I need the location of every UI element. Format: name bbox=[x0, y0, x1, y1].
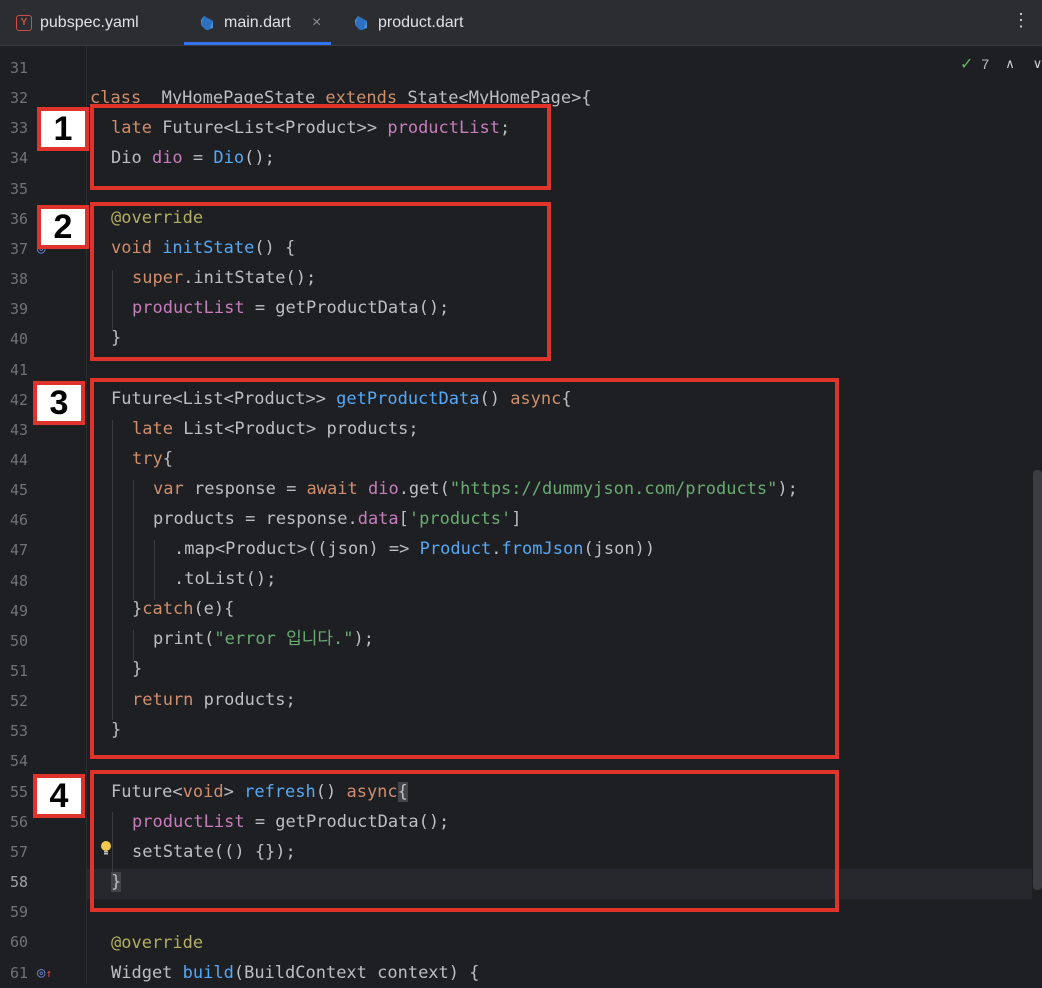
line-number[interactable]: 46 bbox=[0, 505, 28, 535]
line-number[interactable]: 36 bbox=[0, 204, 28, 234]
line-number[interactable]: 50 bbox=[0, 626, 28, 656]
line-number[interactable]: 58 bbox=[0, 867, 28, 897]
tab-product-dart[interactable]: product.dart bbox=[354, 0, 463, 45]
line-number[interactable]: 59 bbox=[0, 897, 28, 927]
line-number[interactable]: 48 bbox=[0, 566, 28, 596]
line-number[interactable]: 55 bbox=[0, 777, 28, 807]
line-number[interactable]: 43 bbox=[0, 415, 28, 445]
tab-label: product.dart bbox=[378, 13, 464, 31]
line-number[interactable]: 41 bbox=[0, 355, 28, 385]
highlight-box-2 bbox=[90, 202, 551, 361]
line-number[interactable]: 35 bbox=[0, 174, 28, 204]
more-options-icon[interactable]: ⋮ bbox=[1012, 10, 1030, 31]
dart-file-icon bbox=[355, 15, 367, 30]
line-number[interactable]: 33 bbox=[0, 113, 28, 143]
line-number[interactable]: 40 bbox=[0, 324, 28, 354]
line-number[interactable]: 51 bbox=[0, 656, 28, 686]
line-number[interactable]: 37 bbox=[0, 234, 28, 264]
line-number[interactable]: 54 bbox=[0, 746, 28, 776]
line-number[interactable]: 53 bbox=[0, 716, 28, 746]
inspection-count: 7 bbox=[981, 56, 990, 72]
annotation-label-1: 1 bbox=[37, 107, 89, 151]
highlight-box-1 bbox=[90, 104, 551, 190]
tab-pubspec-yaml[interactable]: Y pubspec.yaml bbox=[16, 0, 139, 45]
line-number[interactable]: 52 bbox=[0, 686, 28, 716]
vertical-scrollbar[interactable] bbox=[1033, 470, 1042, 890]
next-highlight-icon[interactable]: ∨ bbox=[1033, 56, 1042, 72]
line-number[interactable]: 31 bbox=[0, 53, 28, 83]
yaml-file-icon: Y bbox=[16, 14, 32, 31]
line-number[interactable]: 49 bbox=[0, 596, 28, 626]
line-number[interactable]: 44 bbox=[0, 445, 28, 475]
gutter-separator bbox=[86, 46, 87, 984]
annotation-label-2: 2 bbox=[37, 205, 89, 249]
annotation-label-4: 4 bbox=[33, 774, 85, 818]
line-number[interactable]: 61 bbox=[0, 958, 28, 988]
dart-file-icon bbox=[201, 15, 213, 30]
line-number[interactable]: 39 bbox=[0, 294, 28, 324]
code-line-60: @override bbox=[111, 933, 204, 953]
highlight-box-3 bbox=[90, 378, 839, 759]
line-number[interactable]: 47 bbox=[0, 535, 28, 565]
line-number-gutter[interactable]: 31 32 33 34 35 36 37 38 39 40 41 42 43 44 45 46 47 48 49 50… bbox=[0, 46, 86, 984]
inspection-widget[interactable]: ✓ 7 ∧ ∨ bbox=[960, 54, 1042, 74]
tab-main-dart[interactable]: main.dart × bbox=[184, 0, 331, 45]
line-number[interactable]: 34 bbox=[0, 143, 28, 173]
line-number[interactable]: 56 bbox=[0, 807, 28, 837]
tab-label: main.dart bbox=[224, 13, 291, 31]
line-number[interactable]: 38 bbox=[0, 264, 28, 294]
line-number[interactable]: 45 bbox=[0, 475, 28, 505]
check-icon: ✓ bbox=[960, 56, 974, 73]
override-marker-icon[interactable]: ◎↑ bbox=[37, 965, 52, 981]
line-number[interactable]: 42 bbox=[0, 385, 28, 415]
line-number[interactable]: 57 bbox=[0, 837, 28, 867]
tab-label: pubspec.yaml bbox=[40, 13, 139, 31]
close-tab-icon[interactable]: × bbox=[312, 14, 321, 32]
line-number[interactable]: 32 bbox=[0, 83, 28, 113]
previous-highlight-icon[interactable]: ∧ bbox=[1005, 56, 1015, 72]
line-number[interactable]: 60 bbox=[0, 927, 28, 957]
highlight-box-4 bbox=[90, 770, 839, 912]
annotation-label-3: 3 bbox=[33, 381, 85, 425]
editor-tab-bar: Y pubspec.yaml main.dart × product.dart … bbox=[0, 0, 1042, 46]
